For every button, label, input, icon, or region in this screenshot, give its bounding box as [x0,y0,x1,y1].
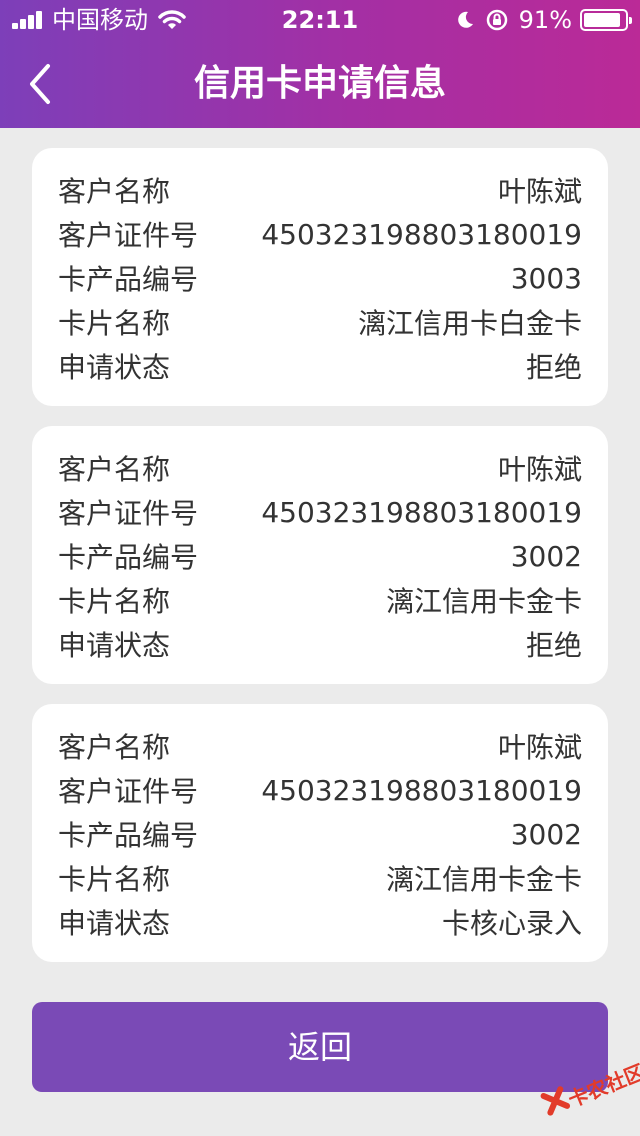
field-label: 客户证件号 [58,219,199,252]
field-value: 叶陈斌 [497,453,582,486]
field-value: 卡核心录入 [441,907,582,940]
row-id-number: 客户证件号 450323198803180019 [58,768,582,812]
return-button[interactable]: 返回 [32,1002,608,1092]
field-value: 拒绝 [525,351,582,384]
field-label: 卡产品编号 [58,819,199,852]
field-label: 申请状态 [58,907,171,940]
field-label: 卡产品编号 [58,541,199,574]
row-id-number: 客户证件号 450323198803180019 [58,212,582,256]
field-label: 卡片名称 [58,585,171,618]
field-label: 卡片名称 [58,863,171,896]
battery-icon [580,9,632,31]
field-value: 拒绝 [525,629,582,662]
field-value: 3002 [510,817,582,851]
field-value: 450323198803180019 [261,217,582,251]
application-card: 客户名称 叶陈斌 客户证件号 450323198803180019 卡产品编号 300… [32,426,608,684]
field-label: 客户证件号 [58,775,199,808]
row-product-code: 卡产品编号 3002 [58,534,582,578]
watermark-text: 卡农社区 [564,1059,640,1112]
field-label: 卡产品编号 [58,263,199,296]
application-card: 客户名称 叶陈斌 客户证件号 450323198803180019 卡产品编号 300… [32,148,608,406]
field-value: 漓江信用卡白金卡 [357,307,582,340]
field-value: 450323198803180019 [261,495,582,529]
row-card-name: 卡片名称 漓江信用卡金卡 [58,856,582,900]
row-status: 申请状态 卡核心录入 [58,900,582,944]
row-card-name: 卡片名称 漓江信用卡白金卡 [58,300,582,344]
field-label: 客户名称 [58,175,171,208]
row-customer-name: 客户名称 叶陈斌 [58,168,582,212]
application-card: 客户名称 叶陈斌 客户证件号 450323198803180019 卡产品编号 300… [32,704,608,962]
row-card-name: 卡片名称 漓江信用卡金卡 [58,578,582,622]
rotation-lock-icon [486,9,507,31]
battery-percent: 91% [518,6,572,34]
field-value: 漓江信用卡金卡 [385,863,582,896]
field-value: 叶陈斌 [497,731,582,764]
row-customer-name: 客户名称 叶陈斌 [58,724,582,768]
battery-fill [584,13,620,27]
field-label: 客户名称 [58,453,171,486]
field-value: 3003 [510,261,582,295]
nav-header: 中国移动 22:11 91% 信用卡申请信息 [0,0,640,128]
moon-icon [457,11,473,28]
row-product-code: 卡产品编号 3003 [58,256,582,300]
field-label: 卡片名称 [58,307,171,340]
row-status: 申请状态 拒绝 [58,344,582,388]
field-value: 漓江信用卡金卡 [385,585,582,618]
field-label: 申请状态 [58,629,171,662]
status-bar: 中国移动 22:11 91% [0,0,640,40]
field-value: 叶陈斌 [497,175,582,208]
row-customer-name: 客户名称 叶陈斌 [58,446,582,490]
row-product-code: 卡产品编号 3002 [58,812,582,856]
field-value: 450323198803180019 [261,773,582,807]
field-label: 申请状态 [58,351,171,384]
field-value: 3002 [510,539,582,573]
field-label: 客户名称 [58,731,171,764]
status-right: 91% [455,6,632,34]
field-label: 客户证件号 [58,497,199,530]
row-status: 申请状态 拒绝 [58,622,582,666]
page-title: 信用卡申请信息 [193,63,446,104]
row-id-number: 客户证件号 450323198803180019 [58,490,582,534]
